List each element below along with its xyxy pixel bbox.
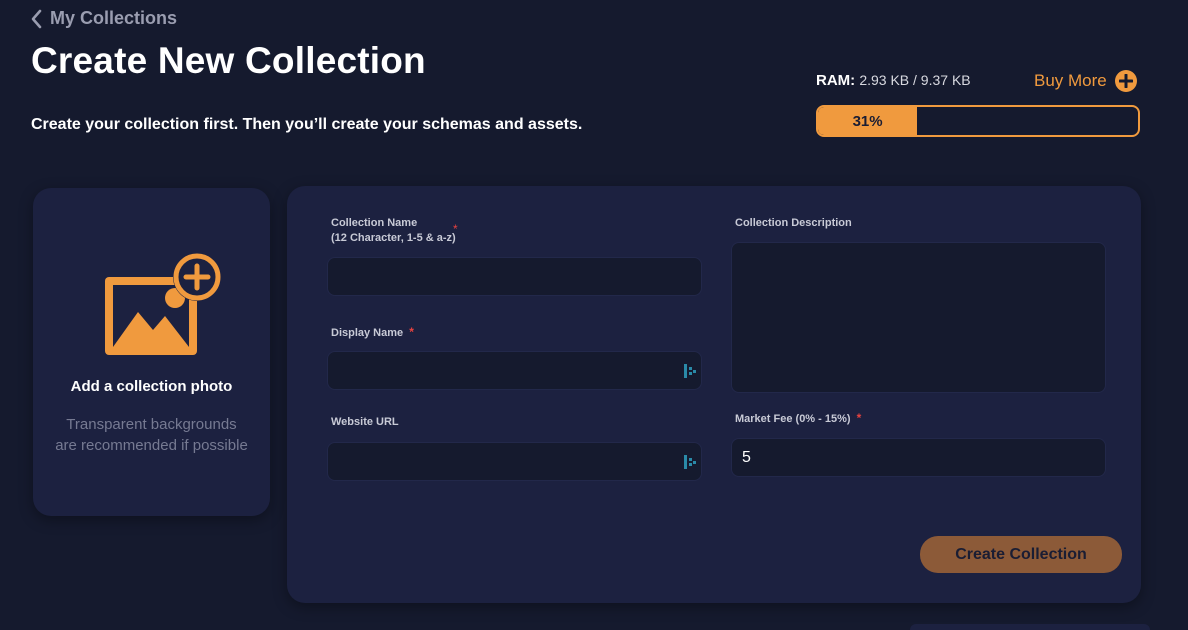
collection-description-input[interactable] <box>731 242 1106 393</box>
required-asterisk: * <box>453 222 458 236</box>
market-fee-input[interactable] <box>731 438 1106 477</box>
market-fee-label: Market Fee (0% - 15%) * <box>735 411 861 427</box>
ram-progress-bar: 31% <box>816 105 1140 137</box>
buy-more-button[interactable]: Buy More <box>1034 70 1137 92</box>
display-name-input[interactable] <box>327 351 702 390</box>
ram-progress-fill: 31% <box>818 107 918 135</box>
collection-photo-upload[interactable]: Add a collection photo Transparent backg… <box>33 188 270 516</box>
collection-description-label: Collection Description <box>735 217 852 229</box>
back-to-collections-link[interactable]: My Collections <box>30 8 177 29</box>
website-url-input[interactable] <box>327 442 702 481</box>
ram-usage: RAM: 2.93 KB / 9.37 KB <box>816 72 971 89</box>
chevron-left-icon <box>31 9 42 28</box>
display-name-label-text: Display Name <box>331 327 404 339</box>
footer-panel-edge <box>910 624 1150 630</box>
ram-label: RAM: <box>816 72 856 89</box>
back-link-label: My Collections <box>50 8 178 28</box>
market-fee-label-text: Market Fee (0% - 15%) <box>735 413 851 425</box>
add-image-icon <box>105 253 221 355</box>
page-title: Create New Collection <box>31 40 426 81</box>
page-subtitle: Create your collection first. Then you’l… <box>31 116 583 133</box>
display-name-label: Display Name * <box>331 325 414 341</box>
buy-more-label: Buy More <box>1034 71 1107 90</box>
collection-name-sublabel: (12 Character, 1-5 & a-z) <box>331 232 456 244</box>
collection-form: Collection Name (12 Character, 1-5 & a-z… <box>287 186 1141 603</box>
ram-value: 2.93 KB / 9.37 KB <box>859 72 971 88</box>
autofill-icon[interactable] <box>684 364 696 378</box>
create-collection-button[interactable]: Create Collection <box>920 536 1122 573</box>
ram-progress-label: 31% <box>852 112 883 130</box>
required-asterisk: * <box>409 325 414 339</box>
website-url-label: Website URL <box>331 416 399 428</box>
collection-name-label: Collection Name (12 Character, 1-5 & a-z… <box>331 216 456 246</box>
photo-upload-title: Add a collection photo <box>70 378 233 395</box>
autofill-icon[interactable] <box>684 455 696 469</box>
collection-name-input[interactable] <box>327 257 702 296</box>
collection-name-label-text: Collection Name <box>331 217 418 229</box>
required-asterisk: * <box>856 411 862 425</box>
photo-upload-hint: Transparent backgrounds are recommended … <box>55 416 248 454</box>
plus-circle-icon <box>1114 70 1137 92</box>
